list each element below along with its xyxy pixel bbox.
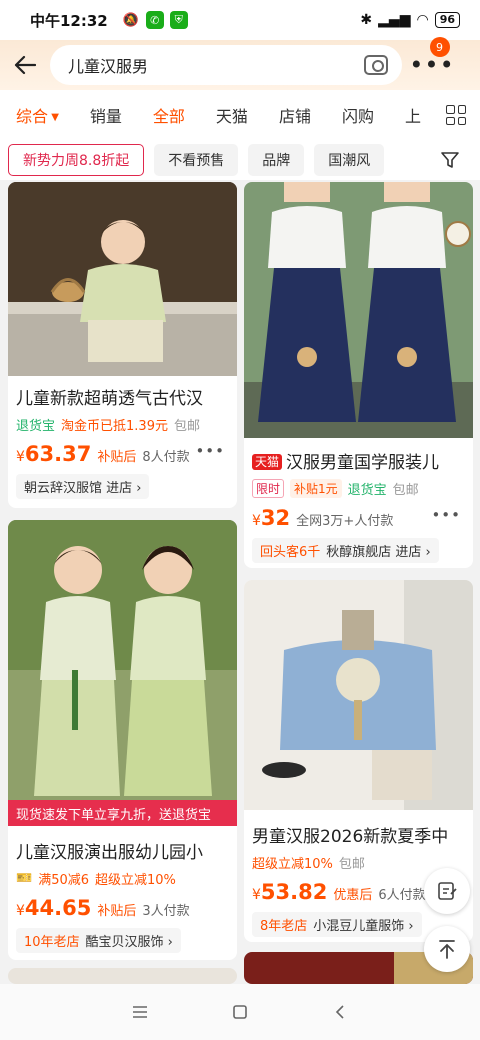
shop-link[interactable]: 朝云辞汉服馆 进店 › [16,474,150,499]
search-query-text: 儿童汉服男 [68,57,149,76]
wechat-icon: ✆ [145,11,164,29]
price-label: 补贴后 [97,450,137,465]
status-bar: 中午12:32 🔕 ✆ ⛨ ✱ ▂▄▆ ◠ 96 [0,0,480,40]
repeat-customer-tag: 回头客6千 [260,545,321,560]
shop-link[interactable]: 8年老店 小混豆儿童服饰 › [252,912,422,937]
filter-bar: 新势力周8.8折起 不看预售 品牌 国潮风 [0,140,480,180]
product-image[interactable]: 现货速发下单立享九折，送退货宝 [8,520,237,826]
product-price: 53.82 [260,880,328,904]
free-shipping-tag: 包邮 [173,419,200,434]
feedback-button[interactable] [424,868,470,914]
price-currency: ¥ [252,513,261,529]
product-image[interactable] [244,580,473,810]
notification-badge: 9 [430,37,450,57]
product-card-partial-left[interactable] [8,968,237,984]
product-image[interactable] [244,182,473,438]
tab-tmall[interactable]: 天猫 [216,103,248,127]
bluetooth-icon: ✱ [360,12,373,28]
more-options-icon[interactable]: ••• [195,442,225,460]
sales-count: 全网3万+人付款 [296,514,394,529]
shop-age-tag: 8年老店 [260,919,308,934]
product-card-3[interactable]: 现货速发下单立享九折，送退货宝 儿童汉服演出服幼儿园小 🎫 满50减6 超级立减… [8,520,237,960]
product-title[interactable]: 汉服男童国学服装儿 [286,453,439,473]
subsidy-tag: 补贴1元 [290,479,342,498]
sales-count: 8人付款 [142,450,190,465]
sales-count: 3人付款 [142,904,190,919]
product-card-1[interactable]: 儿童新款超萌透气古代汉 退货宝 淘金币已抵1.39元 包邮 ¥ 63.37 补贴… [8,182,237,508]
product-title[interactable]: 男童汉服2026新款夏季中 [244,822,473,847]
return-insurance-tag: 退货宝 [347,483,387,498]
more-dots-icon: ••• [409,51,455,79]
product-price: 32 [260,506,291,530]
product-title[interactable]: 儿童新款超萌透气古代汉 [8,384,237,409]
tab-all[interactable]: 全部 [153,103,185,127]
product-card-2[interactable]: 天猫 汉服男童国学服装儿 限时 补贴1元 退货宝 包邮 ¥ 32 全网3万+人付款… [244,182,473,568]
battery-icon: 96 [434,12,460,28]
coin-discount-tag: 淘金币已抵1.39元 [61,419,168,434]
free-shipping-tag: 包邮 [392,483,419,498]
price-currency: ¥ [16,903,25,919]
back-to-top-button[interactable] [424,926,470,972]
tab-flash[interactable]: 闪购 [342,103,374,127]
shop-link[interactable]: 10年老店 酷宝贝汉服饰 › [16,928,181,953]
full-reduction-tag: 满50减6 [38,873,90,888]
signal-icon: ▂▄▆ [378,12,411,28]
shop-name: 秋醇旗舰店 进店 › [326,545,431,560]
price-label: 补贴后 [97,904,137,919]
shop-link[interactable]: 回头客6千 秋醇旗舰店 进店 › [252,538,439,563]
filter-funnel-icon[interactable] [440,150,460,170]
back-arrow-icon[interactable] [0,55,50,75]
filter-no-presale-chip[interactable]: 不看预售 [154,144,239,176]
status-time: 中午12:32 [30,11,108,30]
product-image[interactable] [8,182,237,376]
more-menu-button[interactable]: ••• 9 [402,37,462,79]
menu-icon[interactable] [125,997,155,1027]
shop-name: 朝云辞汉服馆 进店 › [24,481,142,496]
coupon-icon: 🎫 [16,871,33,886]
edit-note-icon [438,882,457,900]
price-currency: ¥ [252,887,261,903]
promo-banner: 现货速发下单立享九折，送退货宝 [8,800,237,826]
filter-promo-chip[interactable]: 新势力周8.8折起 [8,144,145,176]
price-label: 优惠后 [333,888,373,903]
search-input[interactable]: 儿童汉服男 [50,45,402,85]
more-options-icon[interactable]: ••• [431,506,461,524]
shop-age-tag: 10年老店 [24,935,80,950]
arrow-up-icon [439,940,455,959]
free-shipping-tag: 包邮 [338,857,365,872]
search-header: 儿童汉服男 ••• 9 [0,37,480,90]
tab-shops[interactable]: 店铺 [279,103,311,127]
filter-brand-chip[interactable]: 品牌 [248,144,305,176]
camera-icon[interactable] [364,55,388,75]
mute-icon: 🔕 [122,12,139,28]
product-title[interactable]: 儿童汉服演出服幼儿园小 [8,838,237,863]
shop-name: 酷宝贝汉服饰 › [85,935,173,950]
sales-count: 6人付款 [378,888,426,903]
tmall-badge: 天猫 [252,454,283,470]
tab-comprehensive[interactable]: 综合 ▼ [16,103,59,127]
product-price: 44.65 [24,896,92,920]
shop-name: 小混豆儿童服饰 › [313,919,414,934]
super-discount-tag: 超级立减10% [95,873,176,888]
filter-style-chip[interactable]: 国潮风 [314,144,385,176]
product-price: 63.37 [24,442,92,466]
back-icon[interactable] [325,997,355,1027]
return-insurance-tag: 退货宝 [16,419,56,434]
system-nav-bar [0,984,480,1040]
shield-icon: ⛨ [169,11,188,29]
super-discount-tag: 超级立减10% [252,857,333,872]
tab-sales[interactable]: 销量 [90,103,122,127]
grid-view-icon[interactable] [446,105,466,125]
limited-time-tag: 限时 [252,479,285,498]
sort-tabs: 综合 ▼ 销量 全部 天猫 店铺 闪购 上 [0,90,480,140]
tab-more[interactable]: 上 [405,103,421,127]
wifi-icon: ◠ [416,12,429,28]
price-currency: ¥ [16,449,25,465]
home-icon[interactable] [225,997,255,1027]
